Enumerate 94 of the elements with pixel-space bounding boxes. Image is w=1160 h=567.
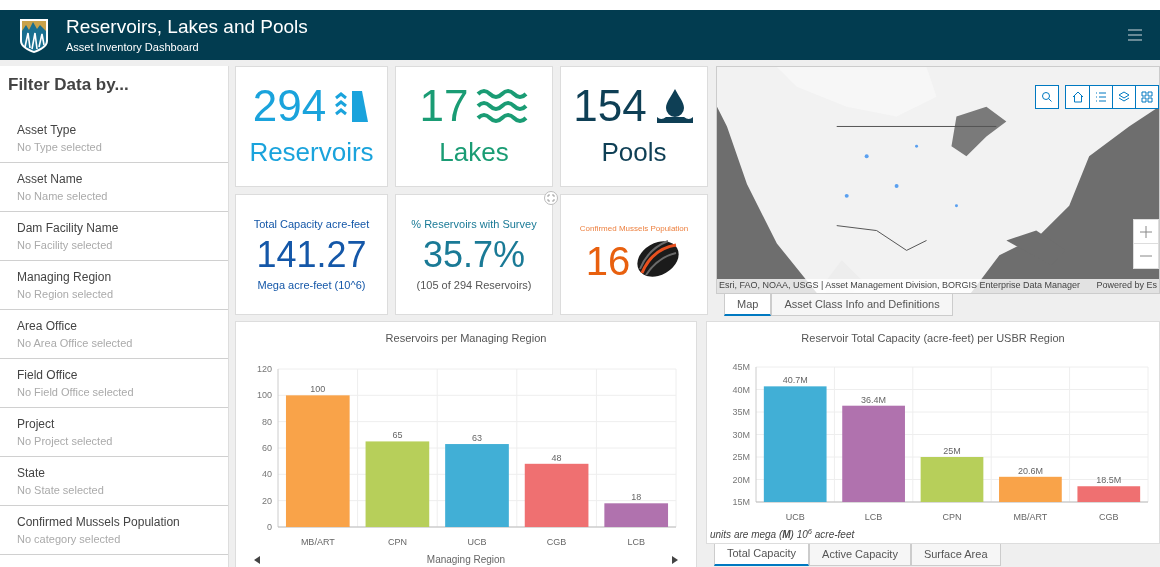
dam-icon xyxy=(334,88,371,125)
indicator-value: 17 xyxy=(419,84,469,129)
bar[interactable] xyxy=(999,476,1062,502)
units-note: units are mega (M) 10$^{6}$ acre-feet xyxy=(709,526,855,542)
map-attribution: Esri, FAO, NOAA, USGS | Asset Management Division, BORGIS Enterprise Data Manager xyxy=(719,279,1080,293)
water-drop-icon xyxy=(654,87,695,126)
bar[interactable] xyxy=(604,502,669,527)
axis-tick-label: 45M xyxy=(732,361,750,372)
indicator-label: Pools xyxy=(601,136,667,169)
filter-item[interactable]: Project No Project selected xyxy=(0,408,228,457)
map-view[interactable]: Esri, FAO, NOAA, USGS | Asset Management Division, BORGIS Enterprise Data Manager Powered by Es xyxy=(716,66,1160,294)
indicator-title: % Reservoirs with Survey xyxy=(411,216,537,232)
category-label: CGB xyxy=(1099,511,1119,522)
bar[interactable] xyxy=(365,440,430,527)
axis-tick-label: 100 xyxy=(256,389,272,400)
chart-title: Reservoirs per Managing Region xyxy=(385,331,547,346)
dashboard-title: Reservoirs, Lakes and Pools xyxy=(66,14,309,39)
filter-item[interactable]: State No State selected xyxy=(0,457,228,506)
filter-item[interactable]: Dam Facility Name No Facility selected xyxy=(0,212,228,261)
category-label: CGB xyxy=(546,536,567,547)
axis-tick-label: 25M xyxy=(732,451,750,462)
category-label: UCB xyxy=(785,511,805,522)
search-button[interactable] xyxy=(1035,85,1059,109)
bar-value-label: 100 xyxy=(310,383,326,394)
grid-icon xyxy=(1141,91,1153,103)
plus-icon xyxy=(1140,225,1152,238)
axis-tick-label: 0 xyxy=(267,521,272,532)
indicator-label: Lakes xyxy=(439,136,509,169)
indicator-title: Total Capacity acre-feet xyxy=(253,216,370,232)
tab[interactable]: Active Capacity xyxy=(809,543,911,566)
tab[interactable]: Total Capacity xyxy=(714,543,810,566)
category-label: LCB xyxy=(864,511,883,522)
bar-value-label: 36.4M xyxy=(861,394,887,405)
bar-value-label: 48 xyxy=(551,452,562,463)
bar[interactable] xyxy=(285,394,350,527)
bar[interactable] xyxy=(1077,485,1141,502)
category-label: MB/ART xyxy=(300,536,335,547)
expand-icon[interactable] xyxy=(544,191,558,205)
indicator-title: Confirmed Mussels Population xyxy=(579,222,689,235)
axis-tick-label: 120 xyxy=(256,363,272,374)
bar-value-label: 18.5M xyxy=(1096,474,1122,485)
filter-item[interactable]: Managing Region No Region selected xyxy=(0,261,228,310)
layers-icon xyxy=(1118,91,1130,103)
tab[interactable]: Asset Class Info and Definitions xyxy=(771,294,953,316)
filter-item[interactable]: Field Office No Field Office selected xyxy=(0,359,228,408)
list-icon xyxy=(1095,91,1107,103)
bar-value-label: 63 xyxy=(472,432,482,443)
scroll-left-icon[interactable] xyxy=(254,555,260,564)
filter-item[interactable]: Asset Name No Name selected xyxy=(0,163,228,212)
indicator-value: 141.27 xyxy=(256,233,367,277)
indicator-value: 294 xyxy=(252,84,327,129)
bar-value-label: 18 xyxy=(631,491,642,502)
category-label: MB/ART xyxy=(1013,511,1048,522)
filter-panel-title: Filter Data by... xyxy=(7,74,130,96)
axis-tick-label: 40 xyxy=(262,468,272,479)
chart-title: Reservoir Total Capacity (acre-feet) per USBR Region xyxy=(801,331,1065,346)
axis-title: Managing Region xyxy=(426,553,506,567)
bar[interactable] xyxy=(920,456,984,502)
category-label: LCB xyxy=(627,536,645,547)
menu-icon[interactable] xyxy=(1128,29,1142,41)
dashboard-subtitle: Asset Inventory Dashboard xyxy=(66,39,200,55)
bar[interactable] xyxy=(763,385,827,502)
indicator-value: 16 xyxy=(585,237,631,285)
axis-tick-label: 40M xyxy=(732,384,750,394)
axis-tick-label: 60 xyxy=(262,442,272,453)
bar-value-label: 20.6M xyxy=(1017,465,1043,476)
logo-icon xyxy=(18,17,50,53)
category-label: CPN xyxy=(942,511,962,522)
category-label: CPN xyxy=(387,536,407,547)
axis-tick-label: 30M xyxy=(732,429,750,439)
filter-item[interactable]: Asset Type No Type selected xyxy=(0,114,228,163)
bar-value-label: 40.7M xyxy=(782,374,808,385)
indicator-value: 35.7% xyxy=(422,233,526,277)
minus-icon xyxy=(1140,255,1152,257)
axis-tick-label: 35M xyxy=(732,406,750,417)
bar-value-label: 65 xyxy=(392,429,403,440)
filter-item[interactable]: Confirmed Mussels Population No category selected xyxy=(0,506,228,555)
scroll-right-icon[interactable] xyxy=(672,555,678,564)
bar[interactable] xyxy=(524,463,589,527)
tab[interactable]: Map xyxy=(724,294,772,316)
axis-tick-label: 20 xyxy=(262,495,272,506)
indicator-label: Reservoirs xyxy=(249,136,374,169)
axis-tick-label: 80 xyxy=(262,416,272,427)
category-label: UCB xyxy=(467,536,487,547)
axis-tick-label: 20M xyxy=(732,474,750,484)
filter-item[interactable]: Area Office No Area Office selected xyxy=(0,310,228,359)
indicator-value: 154 xyxy=(573,84,647,129)
bar-value-label: 25M xyxy=(943,445,961,456)
house-icon xyxy=(1071,91,1084,103)
indicator-subtitle: (105 of 294 Reservoirs) xyxy=(416,278,532,293)
indicator-subtitle: Mega acre-feet (10^6) xyxy=(257,278,366,293)
axis-tick-label: 15M xyxy=(732,496,750,507)
search-icon xyxy=(1041,91,1053,103)
powered-by-text: Powered by Es xyxy=(1096,279,1157,293)
